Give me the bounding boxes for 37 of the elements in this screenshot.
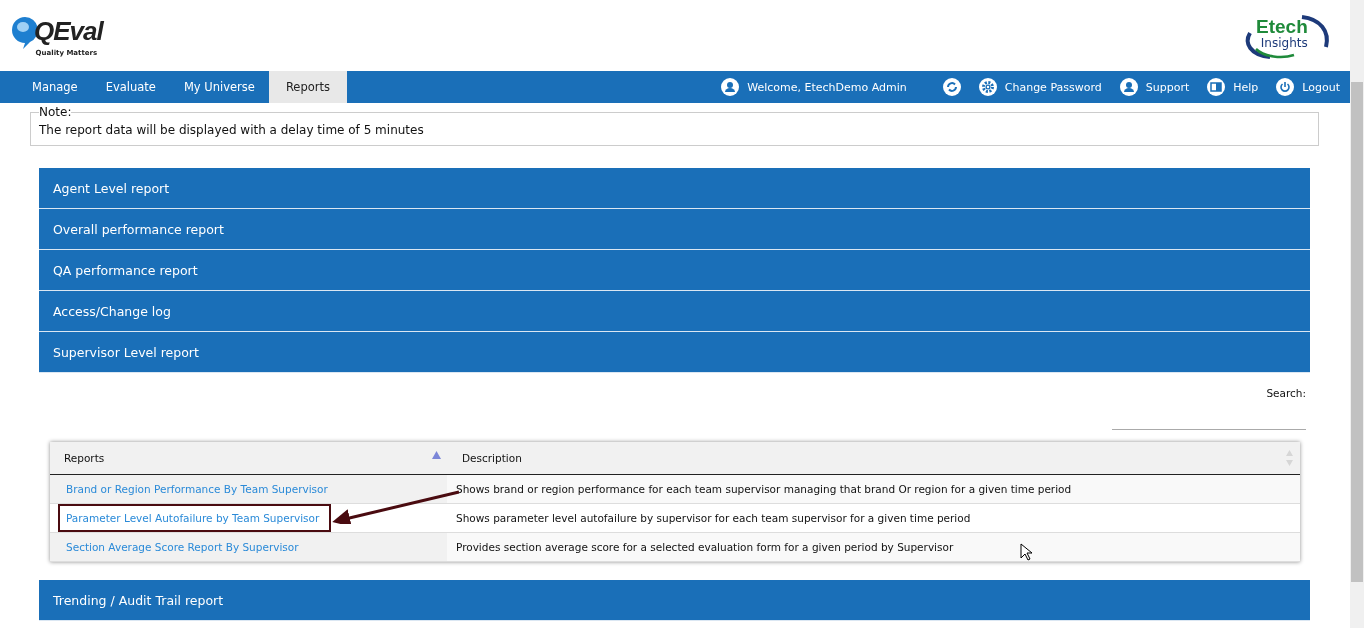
nav-link[interactable]: Change Password [978,78,1102,96]
nav-tab[interactable]: Evaluate [91,71,170,103]
accordion-header[interactable]: Agent Level report [39,168,1310,209]
column-header-label: Reports [64,452,105,464]
accordion-header[interactable]: Overall performance report [39,209,1310,250]
accordion-header[interactable]: Access/Change log [39,291,1310,332]
description-cell: Shows parameter level autofailure by supervisor for each team supervisor for a given time period [447,503,1300,533]
nav-tab[interactable]: Manage [18,71,92,103]
user-icon [721,78,740,96]
scrollbar[interactable] [1350,0,1364,628]
mouse-cursor-icon [1020,543,1032,561]
logo-wordmark: QEval [34,16,103,47]
search-label: Search: [1266,387,1306,399]
description-cell: Shows brand or region performance for each team supervisor managing that brand Or region for a given time period [447,474,1300,504]
user-icon [1119,78,1138,96]
nav-link[interactable]: Help [1207,78,1259,96]
report-link[interactable]: Parameter Level Autofailure by Team Supervisor [58,504,332,532]
nav-link[interactable]: Logout [1276,78,1340,96]
column-header[interactable]: Description [447,442,1300,475]
nav-link[interactable]: Support [1119,78,1190,96]
description-cell: Provides section average score for a selected evaluation form for a given period by Supervisor [447,532,1300,562]
note-text: The report data will be displayed with a delay time of 5 minutes [39,123,425,137]
panel-icon [1207,78,1226,96]
welcome-text: Welcome, EtechDemo Admin [721,78,907,96]
partner-logo-name: Etech [1256,16,1308,37]
column-header-label: Description [462,452,522,464]
settings-icon [978,78,997,96]
power-icon [1276,78,1295,96]
accordion-header[interactable]: Supervisor Level report [39,332,1310,373]
sync-icon[interactable] [942,78,961,96]
nav-tab[interactable]: My Universe [169,71,269,103]
accordion-header[interactable]: QA performance report [39,250,1310,291]
partner-logo-subtitle: Insights [1260,36,1308,50]
accordion-header[interactable]: Trending / Audit Trail report [39,580,1310,621]
column-header[interactable]: Reports [50,442,447,475]
note-legend: Note: [39,105,72,119]
nav-tab[interactable]: Reports [268,71,347,103]
